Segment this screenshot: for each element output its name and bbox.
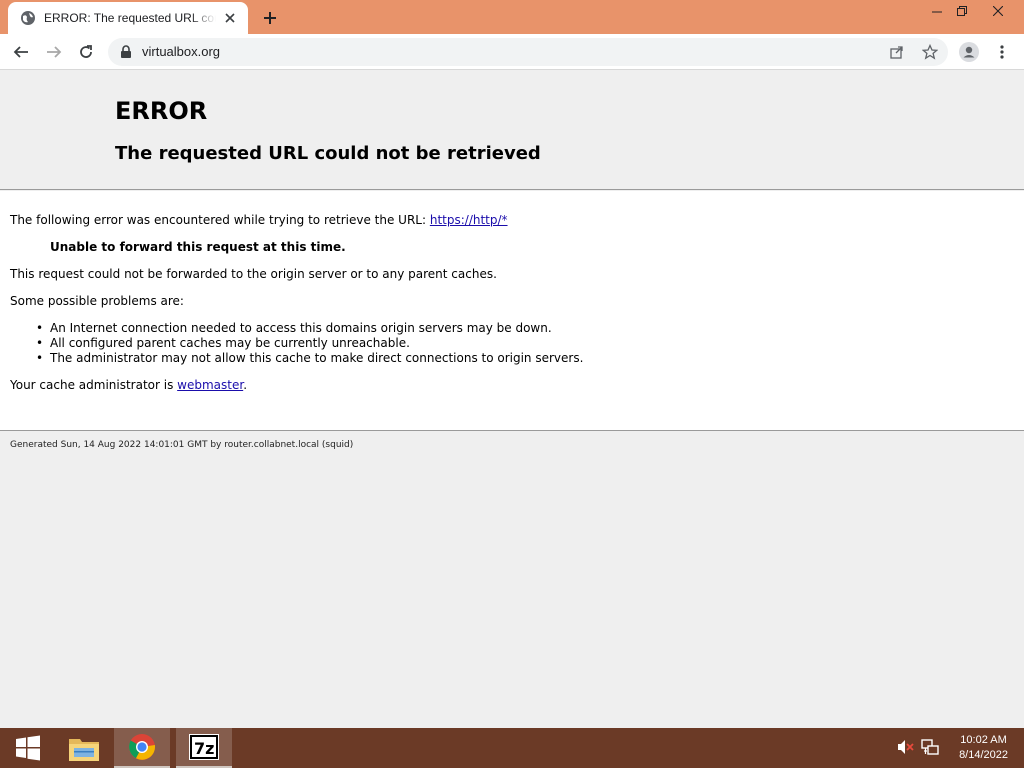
- taskbar: 7z 10:02 AM 8/14/2022: [0, 728, 1024, 768]
- admin-suffix: .: [243, 378, 248, 392]
- volume-muted-icon[interactable]: [897, 738, 915, 756]
- error-heading: ERROR: [115, 97, 208, 125]
- restore-button[interactable]: [946, 0, 978, 22]
- bookmark-star-icon[interactable]: [922, 44, 938, 60]
- intro-text: The following error was encountered whil…: [10, 213, 430, 227]
- chrome-taskbar-button[interactable]: [114, 728, 170, 768]
- tab-title: ERROR: The requested URL could not be re…: [44, 11, 216, 25]
- admin-text: Your cache administrator is: [10, 378, 178, 392]
- browser-toolbar: virtualbox.org: [0, 34, 1024, 70]
- close-tab-icon[interactable]: [222, 10, 238, 26]
- minimize-icon: [932, 11, 942, 13]
- clock-time: 10:02 AM: [960, 734, 1007, 746]
- reload-icon: [80, 45, 92, 58]
- restore-icon: [957, 6, 967, 16]
- new-tab-button[interactable]: [258, 6, 282, 30]
- webmaster-link[interactable]: webmaster: [177, 378, 243, 392]
- error-subheading: The requested URL could not be retrieved: [115, 143, 541, 164]
- file-explorer-button[interactable]: [56, 728, 112, 768]
- list-item: An Internet connection needed to access …: [36, 321, 583, 336]
- 7zip-taskbar-button[interactable]: 7z: [176, 728, 232, 768]
- error-description: This request could not be forwarded to t…: [10, 267, 497, 281]
- browser-tab[interactable]: ERROR: The requested URL could not be re…: [8, 2, 248, 34]
- close-icon: [993, 6, 1003, 16]
- reload-button[interactable]: [74, 40, 98, 64]
- svg-text:7z: 7z: [194, 739, 214, 758]
- file-explorer-icon: [69, 739, 99, 761]
- back-arrow-icon: [13, 46, 28, 58]
- network-icon[interactable]: [921, 738, 939, 756]
- menu-button[interactable]: [990, 40, 1014, 64]
- problems-list: An Internet connection needed to access …: [36, 321, 583, 366]
- address-bar[interactable]: virtualbox.org: [108, 38, 948, 66]
- generated-footer: Generated Sun, 14 Aug 2022 14:01:01 GMT …: [10, 440, 354, 450]
- url-text[interactable]: virtualbox.org: [142, 44, 220, 59]
- chrome-icon: [129, 734, 156, 760]
- error-title: Unable to forward this request at this t…: [50, 240, 346, 254]
- system-clock[interactable]: 10:02 AM 8/14/2022: [959, 733, 1008, 763]
- clock-date: 8/14/2022: [959, 749, 1008, 761]
- profile-button[interactable]: [957, 40, 981, 64]
- globe-icon: [21, 11, 35, 25]
- error-body: The following error was encountered whil…: [0, 191, 1024, 431]
- error-header: ERROR The requested URL could not be ret…: [0, 71, 1024, 190]
- list-item: The administrator may not allow this cac…: [36, 351, 583, 366]
- intro-paragraph: The following error was encountered whil…: [10, 213, 508, 227]
- admin-paragraph: Your cache administrator is webmaster.: [10, 378, 247, 392]
- 7zip-icon: 7z: [189, 734, 219, 760]
- plus-icon: [264, 12, 276, 24]
- kebab-menu-icon: [1000, 45, 1004, 59]
- forward-button[interactable]: [42, 40, 66, 64]
- forward-arrow-icon: [47, 46, 62, 58]
- lock-icon[interactable]: [120, 45, 132, 59]
- close-window-button[interactable]: [982, 0, 1014, 22]
- problems-intro: Some possible problems are:: [10, 294, 184, 308]
- profile-avatar-icon: [959, 42, 979, 62]
- start-icon: [16, 735, 40, 761]
- start-button[interactable]: [0, 728, 56, 768]
- list-item: All configured parent caches may be curr…: [36, 336, 583, 351]
- share-icon[interactable]: [889, 44, 905, 60]
- tab-strip: ERROR: The requested URL could not be re…: [0, 0, 1024, 34]
- page-content: ERROR The requested URL could not be ret…: [0, 71, 1024, 728]
- requested-url-link[interactable]: https://http/*: [430, 213, 508, 227]
- back-button[interactable]: [9, 40, 33, 64]
